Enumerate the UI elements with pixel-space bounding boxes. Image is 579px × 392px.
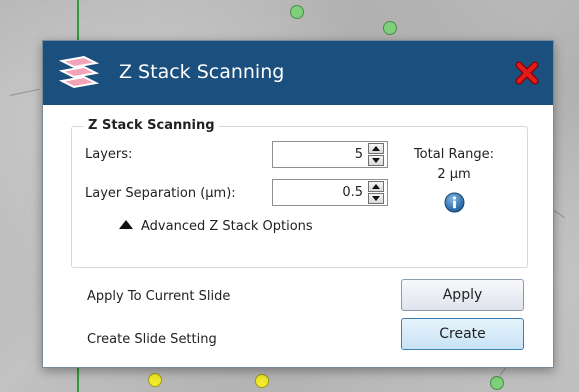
advanced-options-toggle[interactable]: Advanced Z Stack Options	[119, 219, 313, 234]
layer-separation-label: Layer Separation (µm):	[85, 186, 236, 201]
dialog-title-bar: Z Stack Scanning	[43, 41, 553, 105]
total-range-label: Total Range:	[413, 147, 495, 162]
background-cell-dot	[490, 376, 504, 390]
apply-description: Apply To Current Slide	[87, 289, 231, 304]
create-button[interactable]: Create	[401, 318, 524, 350]
layers-spinner	[272, 141, 388, 168]
layers-label: Layers:	[85, 147, 133, 162]
background-cell-dot	[255, 374, 269, 388]
separation-decrement-button[interactable]	[368, 193, 384, 204]
dialog-title: Z Stack Scanning	[119, 61, 285, 83]
advanced-options-label: Advanced Z Stack Options	[141, 219, 313, 234]
background-cell-dot	[290, 5, 304, 19]
info-icon[interactable]	[444, 192, 465, 213]
groupbox-title: Z Stack Scanning	[84, 118, 219, 133]
total-range-value: 2 µm	[437, 167, 471, 182]
layers-input[interactable]	[275, 143, 365, 166]
arrow-down-icon	[372, 158, 380, 163]
z-stack-dialog: Z Stack Scanning Z Stack Scanning Layers…	[42, 40, 554, 368]
layers-increment-button[interactable]	[368, 143, 384, 154]
layer-separation-spinner	[272, 179, 388, 206]
create-description: Create Slide Setting	[87, 332, 217, 347]
stacked-layers-icon	[59, 55, 99, 89]
arrow-up-icon	[372, 146, 380, 151]
triangle-up-icon	[119, 220, 133, 229]
apply-button[interactable]: Apply	[401, 279, 524, 311]
arrow-up-icon	[372, 184, 380, 189]
red-x-close-icon[interactable]	[515, 61, 539, 85]
background-cell-dot	[148, 373, 162, 387]
background-cell-dot	[383, 21, 397, 35]
layers-decrement-button[interactable]	[368, 155, 384, 166]
background-scratch	[9, 88, 40, 96]
arrow-down-icon	[372, 196, 380, 201]
total-range-display: Total Range: 2 µm	[413, 145, 495, 185]
layer-separation-input[interactable]	[275, 181, 365, 204]
separation-increment-button[interactable]	[368, 181, 384, 192]
